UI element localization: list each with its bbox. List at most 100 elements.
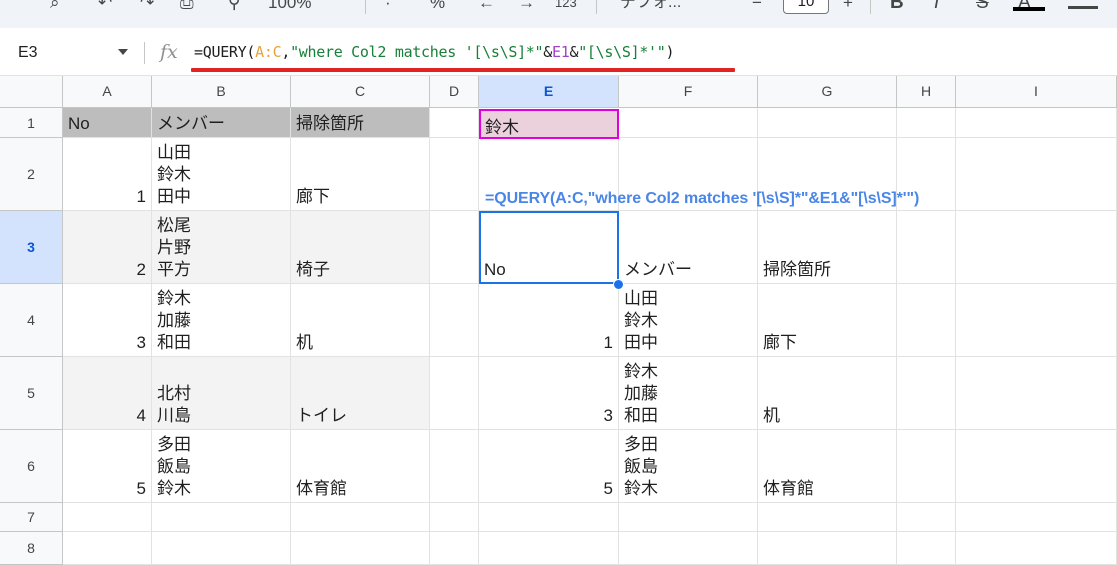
cell-b8[interactable]: [152, 532, 291, 565]
cell-i7[interactable]: [956, 503, 1117, 532]
cell-i4[interactable]: [956, 284, 1117, 357]
cell-a6[interactable]: 5: [63, 430, 152, 503]
cell-d3[interactable]: [430, 211, 479, 284]
cell-d7[interactable]: [430, 503, 479, 532]
zoom-select[interactable]: 100%: [268, 0, 311, 14]
cell-e8[interactable]: [479, 532, 619, 565]
cell-d5[interactable]: [430, 357, 479, 430]
cell-a1[interactable]: No: [63, 108, 152, 138]
column-header-d[interactable]: D: [430, 76, 479, 108]
cell-e1[interactable]: 鈴木: [479, 109, 619, 139]
cell-a7[interactable]: [63, 503, 152, 532]
cell-i5[interactable]: [956, 357, 1117, 430]
cell-f1[interactable]: [619, 108, 758, 138]
row-header-5[interactable]: 5: [0, 357, 63, 430]
cell-d1[interactable]: [430, 108, 479, 138]
decrease-decimal-icon[interactable]: ←: [478, 0, 495, 14]
italic-button[interactable]: I: [934, 0, 939, 14]
column-header-e[interactable]: E: [479, 76, 619, 108]
paint-format-icon[interactable]: ⚲: [228, 0, 240, 14]
cell-f6[interactable]: 多田 飯島 鈴木: [619, 430, 758, 503]
cell-d2[interactable]: [430, 138, 479, 211]
cell-h5[interactable]: [897, 357, 956, 430]
cell-b4[interactable]: 鈴木 加藤 和田: [152, 284, 291, 357]
cell-b7[interactable]: [152, 503, 291, 532]
column-header-c[interactable]: C: [291, 76, 430, 108]
cell-f8[interactable]: [619, 532, 758, 565]
row-header-3[interactable]: 3: [0, 211, 63, 284]
bold-button[interactable]: B: [890, 0, 904, 14]
decrease-font-size-icon[interactable]: −: [752, 0, 762, 14]
increase-decimal-icon[interactable]: →: [518, 0, 535, 14]
column-header-a[interactable]: A: [63, 76, 152, 108]
cell-b2[interactable]: 山田 鈴木 田中: [152, 138, 291, 211]
cell-d4[interactable]: [430, 284, 479, 357]
cell-d6[interactable]: [430, 430, 479, 503]
strikethrough-button[interactable]: S: [976, 0, 989, 14]
cell-b6[interactable]: 多田 飯島 鈴木: [152, 430, 291, 503]
column-header-h[interactable]: H: [897, 76, 956, 108]
cell-f7[interactable]: [619, 503, 758, 532]
cell-e3[interactable]: No: [479, 211, 619, 284]
cell-f4[interactable]: 山田 鈴木 田中: [619, 284, 758, 357]
cell-i1[interactable]: [956, 108, 1117, 138]
cell-h1[interactable]: [897, 108, 956, 138]
cell-i3[interactable]: [956, 211, 1117, 284]
cell-h6[interactable]: [897, 430, 956, 503]
cell-g1[interactable]: [758, 108, 897, 138]
chevron-down-icon[interactable]: [118, 49, 128, 55]
name-box[interactable]: E3: [0, 28, 140, 76]
search-menus-icon[interactable]: ⌕: [50, 0, 60, 14]
column-header-i[interactable]: I: [956, 76, 1117, 108]
cell-f5[interactable]: 鈴木 加藤 和田: [619, 357, 758, 430]
cell-h3[interactable]: [897, 211, 956, 284]
font-size-input[interactable]: 10: [783, 0, 829, 14]
row-header-2[interactable]: 2: [0, 138, 63, 211]
cell-h7[interactable]: [897, 503, 956, 532]
cell-b1[interactable]: メンバー: [152, 108, 291, 138]
cell-b3[interactable]: 松尾 片野 平方: [152, 211, 291, 284]
cell-c8[interactable]: [291, 532, 430, 565]
cell-f3[interactable]: メンバー: [619, 211, 758, 284]
column-header-f[interactable]: F: [619, 76, 758, 108]
cell-b5[interactable]: 北村 川島: [152, 357, 291, 430]
cell-c4[interactable]: 机: [291, 284, 430, 357]
cell-g3[interactable]: 掃除箇所: [758, 211, 897, 284]
cell-a3[interactable]: 2: [63, 211, 152, 284]
cell-i2[interactable]: [956, 138, 1117, 211]
cell-a2[interactable]: 1: [63, 138, 152, 211]
currency-format-icon[interactable]: ·: [385, 0, 391, 14]
formula-input[interactable]: =QUERY(A:C,"where Col2 matches '[\s\S]*"…: [194, 43, 675, 61]
cell-e6[interactable]: 5: [479, 430, 619, 503]
cell-g4[interactable]: 廊下: [758, 284, 897, 357]
cell-g5[interactable]: 机: [758, 357, 897, 430]
cell-c6[interactable]: 体育館: [291, 430, 430, 503]
cell-c3[interactable]: 椅子: [291, 211, 430, 284]
cell-c1[interactable]: 掃除箇所: [291, 108, 430, 138]
print-icon[interactable]: ⎙: [180, 0, 194, 14]
select-all-corner[interactable]: [0, 76, 63, 108]
font-family-select[interactable]: デフォ...: [620, 0, 681, 14]
cell-a5[interactable]: 4: [63, 357, 152, 430]
row-header-4[interactable]: 4: [0, 284, 63, 357]
cell-h8[interactable]: [897, 532, 956, 565]
row-header-7[interactable]: 7: [0, 503, 63, 532]
undo-icon[interactable]: ↶: [98, 0, 112, 14]
row-header-8[interactable]: 8: [0, 532, 63, 565]
row-header-6[interactable]: 6: [0, 430, 63, 503]
cell-e4[interactable]: 1: [479, 284, 619, 357]
cell-g8[interactable]: [758, 532, 897, 565]
cell-a8[interactable]: [63, 532, 152, 565]
cell-c5[interactable]: トイレ: [291, 357, 430, 430]
cell-i6[interactable]: [956, 430, 1117, 503]
cell-c7[interactable]: [291, 503, 430, 532]
cell-g7[interactable]: [758, 503, 897, 532]
cell-g6[interactable]: 体育館: [758, 430, 897, 503]
number-format-button[interactable]: 123: [555, 0, 577, 14]
cell-c2[interactable]: 廊下: [291, 138, 430, 211]
row-header-1[interactable]: 1: [0, 108, 63, 138]
cell-i8[interactable]: [956, 532, 1117, 565]
redo-icon[interactable]: ↷: [140, 0, 154, 14]
fill-handle[interactable]: [613, 279, 624, 290]
cell-e5[interactable]: 3: [479, 357, 619, 430]
